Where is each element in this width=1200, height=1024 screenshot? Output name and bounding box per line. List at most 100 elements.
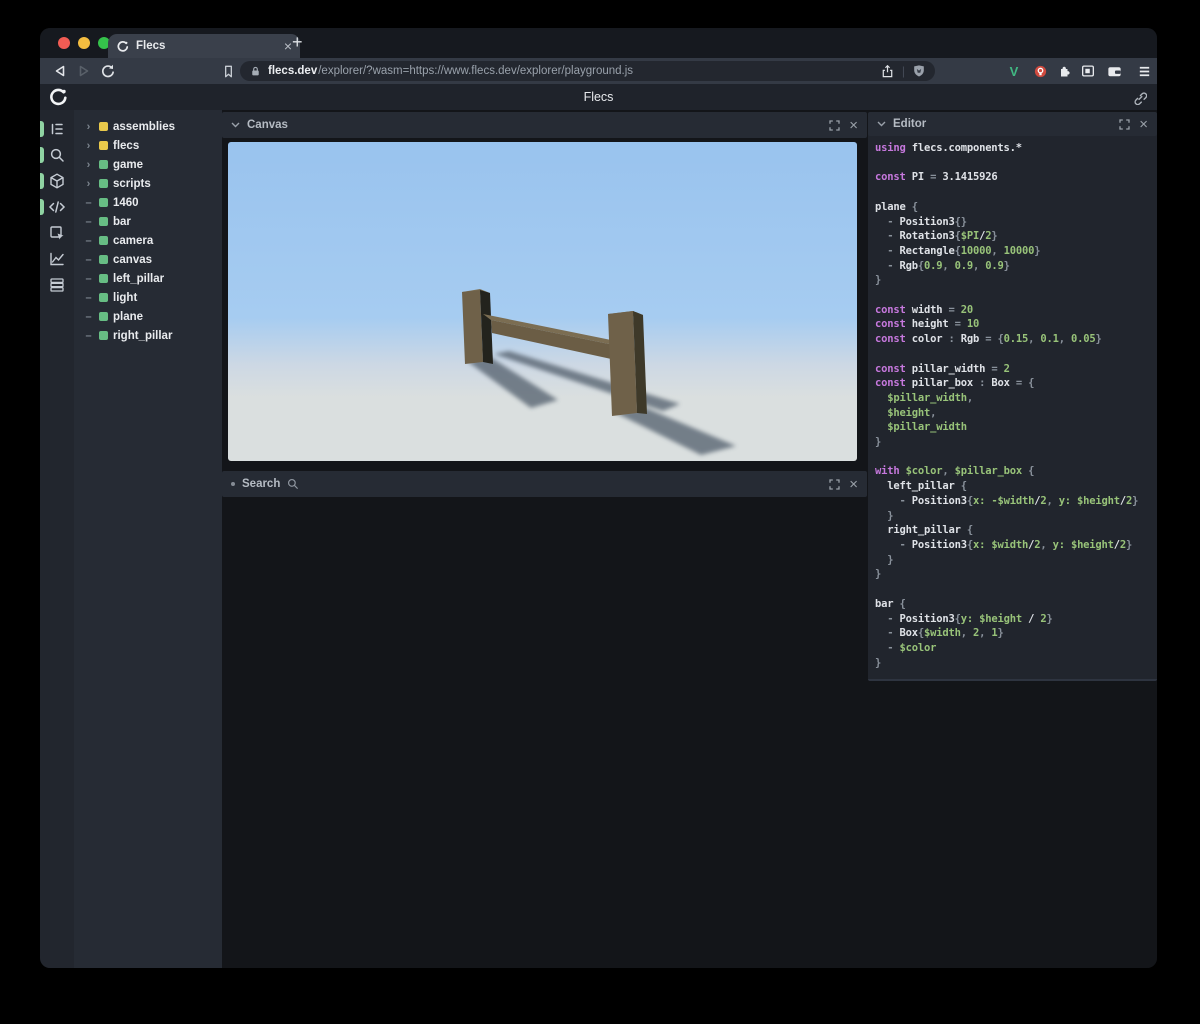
canvas-panel-header[interactable]: Canvas × xyxy=(222,112,867,138)
sidebar-item-entity-tree[interactable] xyxy=(40,116,74,142)
sidebar-toggle-icon[interactable] xyxy=(1076,59,1100,83)
sidebar-item-query-search[interactable] xyxy=(40,142,74,168)
leaf-dash-icon: – xyxy=(85,310,92,323)
chevron-down-icon[interactable] xyxy=(231,122,240,128)
code-line: } xyxy=(875,553,894,566)
fullscreen-icon[interactable] xyxy=(829,478,840,490)
tree-item-canvas[interactable]: – canvas xyxy=(74,250,222,269)
close-icon[interactable]: × xyxy=(1139,117,1148,132)
lock-icon xyxy=(249,65,262,78)
search-panel-title: Search xyxy=(242,478,281,490)
entity-color-square xyxy=(99,236,108,245)
share-link-icon[interactable] xyxy=(1131,89,1147,105)
leaf-dash-icon: – xyxy=(85,234,92,247)
sidebar-item-script[interactable] xyxy=(40,194,74,220)
new-tab-button[interactable]: + xyxy=(292,32,303,53)
menu-icon[interactable] xyxy=(1132,59,1156,83)
code-line: with $color, $pillar_box { xyxy=(875,465,1035,478)
brave-shield-icon[interactable] xyxy=(912,64,926,78)
extension-red-icon[interactable] xyxy=(1028,59,1052,83)
sidebar-item-inspector[interactable] xyxy=(40,220,74,246)
search-panel-header[interactable]: Search × xyxy=(222,471,867,497)
code-line: - Rotation3{$PI/2} xyxy=(875,230,998,243)
entity-tree-panel: › assemblies › flecs › game › scripts –1460– bar –… xyxy=(74,110,222,968)
tree-item-plane[interactable]: – plane xyxy=(74,307,222,326)
code-line: } xyxy=(875,568,882,581)
entity-tree-icon xyxy=(51,123,63,135)
entity-color-square xyxy=(99,331,108,340)
expand-arrow-icon[interactable]: › xyxy=(83,140,94,152)
tree-item-label: 1460 xyxy=(113,196,139,209)
tree-item-1460[interactable]: – 1460 xyxy=(74,193,222,212)
sidebar-item-stats[interactable] xyxy=(40,246,74,272)
tree-item-scripts[interactable]: › scripts xyxy=(74,174,222,193)
tree-item-camera[interactable]: – camera xyxy=(74,231,222,250)
collapsed-indicator-icon[interactable] xyxy=(231,482,235,486)
canvas-panel-title: Canvas xyxy=(247,119,288,131)
chart-icon xyxy=(50,252,64,266)
code-line: - Rectangle{10000, 10000} xyxy=(875,244,1041,257)
browser-tab[interactable]: Flecs × xyxy=(108,34,300,58)
code-line: right_pillar { xyxy=(875,524,973,537)
sidebar-item-entities[interactable] xyxy=(40,168,74,194)
minimize-window-button[interactable] xyxy=(78,37,90,49)
tree-item-light[interactable]: – light xyxy=(74,288,222,307)
editor-code[interactable]: using flecs.components.* const PI = 3.14… xyxy=(868,136,1157,670)
right-pillar xyxy=(608,311,647,416)
entity-color-square xyxy=(99,141,108,150)
url-path: /explorer/?wasm=https://www.flecs.dev/ex… xyxy=(318,65,634,77)
code-line: const height = 10 xyxy=(875,318,980,331)
tree-item-assemblies[interactable]: › assemblies xyxy=(74,117,222,136)
fullscreen-icon[interactable] xyxy=(829,119,840,131)
close-icon[interactable]: × xyxy=(849,477,858,492)
tree-item-left_pillar[interactable]: – left_pillar xyxy=(74,269,222,288)
editor-panel-header[interactable]: Editor × xyxy=(868,112,1157,136)
page-title: Flecs xyxy=(583,90,614,104)
leaf-dash-icon: – xyxy=(85,196,92,209)
extensions-puzzle-icon[interactable] xyxy=(1052,59,1076,83)
leaf-dash-icon: – xyxy=(85,253,92,266)
canvas-3d-view[interactable] xyxy=(228,142,857,461)
chevron-down-icon[interactable] xyxy=(877,121,886,127)
bookmark-icon[interactable] xyxy=(216,59,240,83)
tree-item-game[interactable]: › game xyxy=(74,155,222,174)
entity-color-square xyxy=(99,217,108,226)
storage-icon xyxy=(50,278,64,292)
tree-item-right_pillar[interactable]: – right_pillar xyxy=(74,326,222,345)
back-button[interactable] xyxy=(48,59,72,83)
tree-item-bar[interactable]: – bar xyxy=(74,212,222,231)
entity-color-square xyxy=(99,274,108,283)
leaf-dash-icon: – xyxy=(85,215,92,228)
expand-arrow-icon[interactable]: › xyxy=(83,159,94,171)
close-window-button[interactable] xyxy=(58,37,70,49)
expand-arrow-icon[interactable]: › xyxy=(83,178,94,190)
active-indicator xyxy=(40,147,44,163)
code-icon xyxy=(48,201,66,213)
leaf-dash-icon: – xyxy=(85,291,92,304)
tree-item-label: assemblies xyxy=(113,120,176,133)
extension-vue-icon[interactable]: V xyxy=(1002,59,1026,83)
code-line: - Box{$width, 2, 1} xyxy=(875,627,1004,640)
tree-item-flecs[interactable]: › flecs xyxy=(74,136,222,155)
entity-tree-list: › assemblies › flecs › game › scripts –1460– bar –… xyxy=(74,117,222,345)
close-icon[interactable]: × xyxy=(849,118,858,133)
expand-arrow-icon[interactable]: › xyxy=(83,121,94,133)
tab-title: Flecs xyxy=(136,40,166,52)
share-icon[interactable] xyxy=(880,64,895,79)
fullscreen-icon[interactable] xyxy=(1119,118,1130,130)
entity-color-square xyxy=(99,293,108,302)
tab-close-icon[interactable]: × xyxy=(284,39,292,53)
code-line: - Rgb{0.9, 0.9, 0.9} xyxy=(875,259,1010,272)
code-line: const PI = 3.1415926 xyxy=(875,171,998,184)
forward-button[interactable] xyxy=(72,59,96,83)
app-header: Flecs xyxy=(40,84,1157,110)
address-bar[interactable]: flecs.dev /explorer/?wasm=https://www.fl… xyxy=(240,61,935,81)
code-line: bar { xyxy=(875,597,906,610)
code-line: } xyxy=(875,274,882,287)
entity-color-square xyxy=(99,122,108,131)
reload-button[interactable] xyxy=(96,59,120,83)
sidebar-item-storage[interactable] xyxy=(40,272,74,298)
wallet-icon[interactable] xyxy=(1102,59,1126,83)
